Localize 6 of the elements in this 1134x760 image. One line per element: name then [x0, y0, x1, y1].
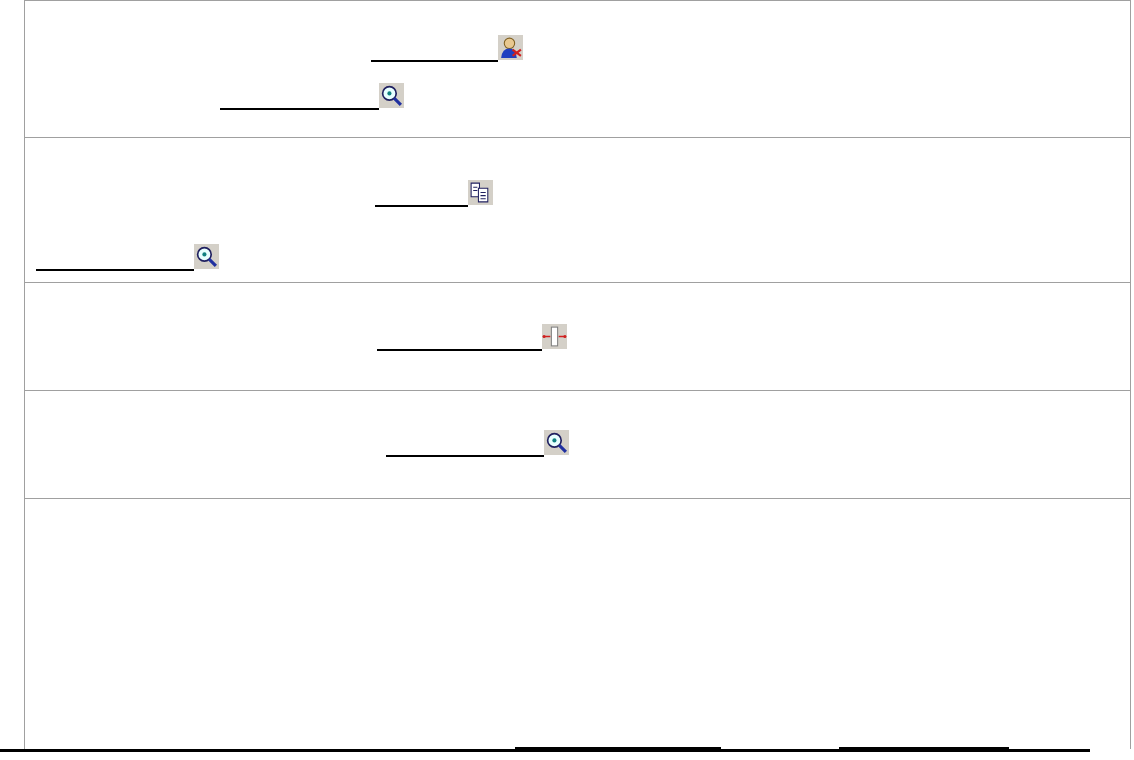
- search-icon[interactable]: [544, 430, 569, 455]
- resize-icon[interactable]: [542, 324, 567, 349]
- search-icon[interactable]: [379, 83, 404, 108]
- copy-icon[interactable]: [468, 180, 493, 205]
- person-icon[interactable]: [498, 35, 523, 60]
- search-icon[interactable]: [194, 244, 219, 269]
